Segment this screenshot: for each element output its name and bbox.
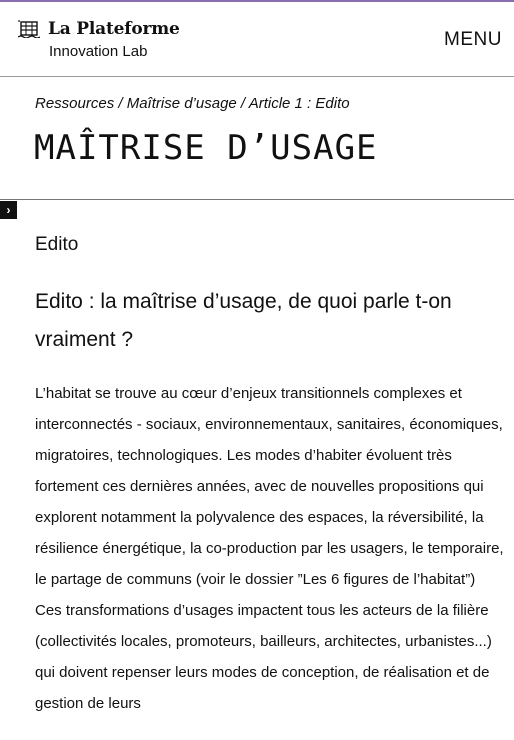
site-logo[interactable]: La Plateforme Innovation Lab	[18, 19, 180, 64]
menu-button[interactable]: MENU	[444, 29, 502, 51]
building-icon	[18, 20, 40, 38]
logo-title: La Plateforme	[48, 19, 180, 39]
section-title: Edito	[35, 234, 79, 255]
article-body: L’habitat se trouve au cœur d’enjeux tra…	[35, 385, 504, 712]
article-heading: Edito : la maîtrise d’usage, de quoi par…	[35, 290, 452, 351]
chevron-right-icon: ›	[6, 203, 11, 217]
site-header: La Plateforme Innovation Lab MENU	[0, 0, 514, 77]
logo-subtitle: Innovation Lab	[49, 43, 148, 60]
title-divider	[0, 199, 514, 200]
page-title: MAÎTRISE D’USAGE	[34, 128, 378, 168]
breadcrumb: Ressources / Maîtrise d’usage / Article …	[35, 95, 350, 112]
sidebar-toggle-button[interactable]: ›	[0, 201, 17, 219]
